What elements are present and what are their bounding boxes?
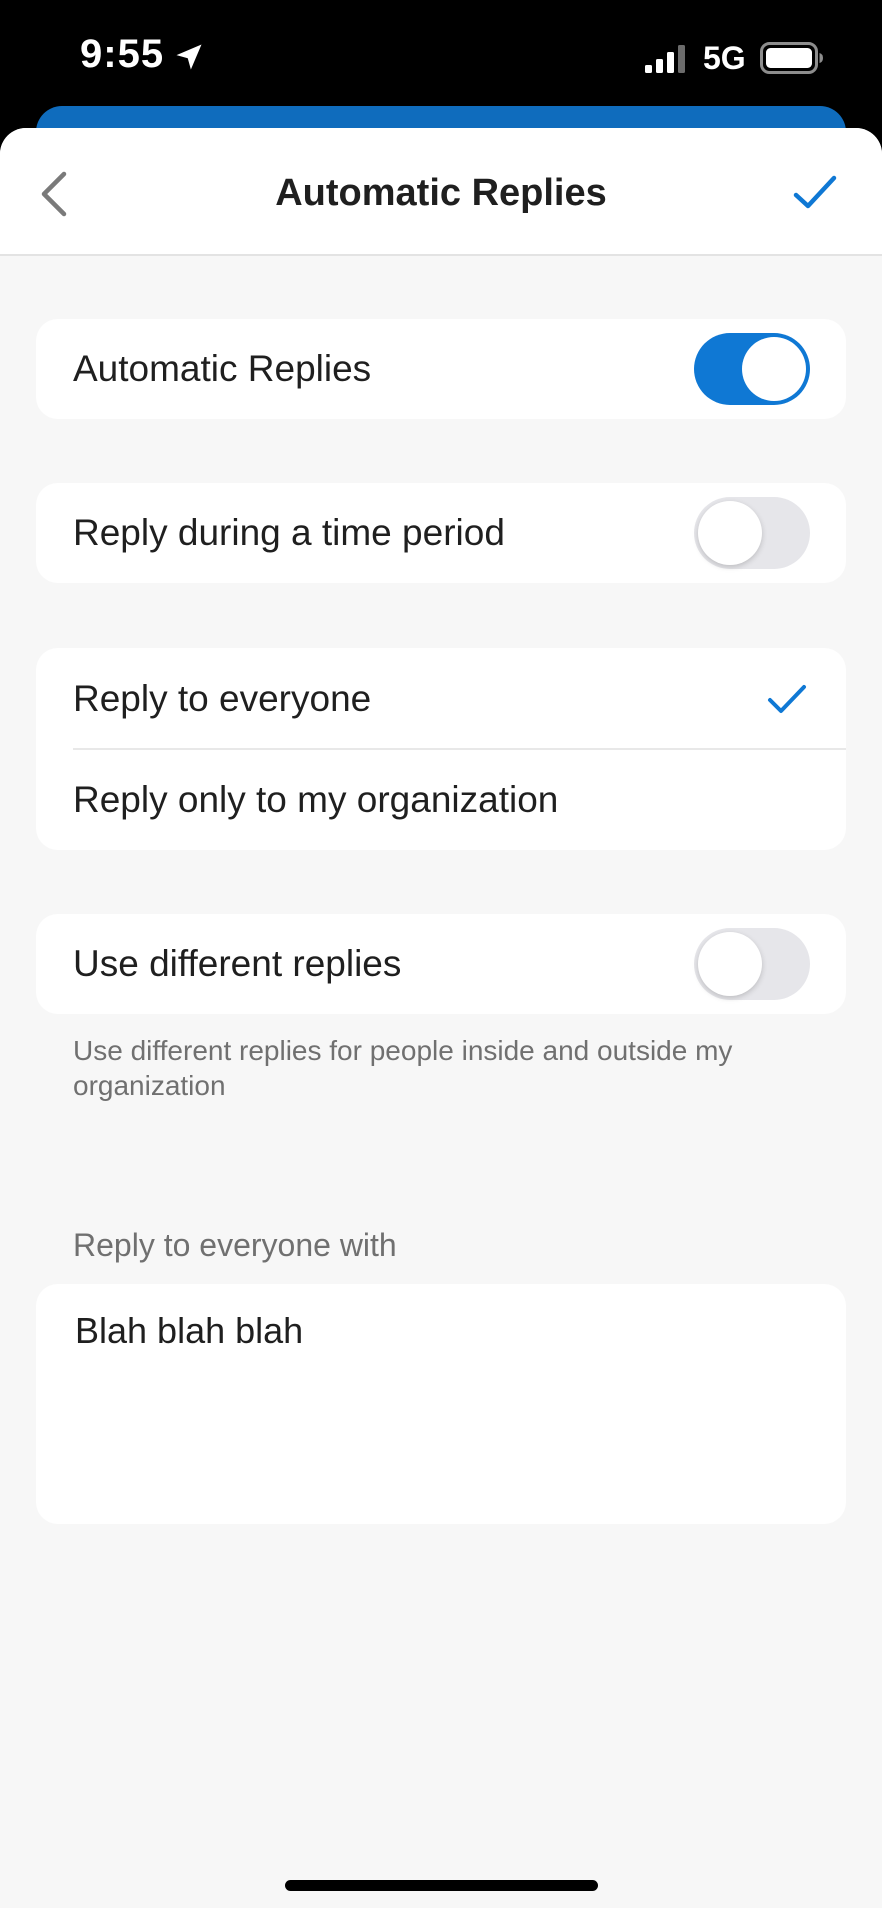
battery-icon (760, 42, 823, 74)
automatic-replies-row: Automatic Replies (36, 319, 846, 419)
status-time: 9:55 (80, 32, 165, 76)
time-period-row: Reply during a time period (36, 483, 846, 583)
automatic-replies-sheet: Automatic Replies Automatic Replies Repl… (0, 128, 882, 1908)
nav-bar: Automatic Replies (0, 128, 882, 256)
page-title: Automatic Replies (275, 172, 607, 214)
audience-card: Reply to everyone Reply only to my organ… (36, 648, 846, 850)
different-replies-label: Use different replies (73, 943, 402, 984)
automatic-replies-card: Automatic Replies (36, 319, 846, 419)
reply-only-organization-label: Reply only to my organization (73, 779, 559, 820)
network-type: 5G (703, 40, 746, 76)
location-arrow-icon (176, 44, 202, 70)
toggle-knob (742, 337, 806, 401)
reply-to-everyone-option[interactable]: Reply to everyone (36, 648, 846, 750)
automatic-replies-label: Automatic Replies (73, 348, 372, 389)
different-replies-row: Use different replies (36, 914, 846, 1014)
home-indicator (285, 1880, 598, 1891)
time-period-card: Reply during a time period (36, 483, 846, 583)
toggle-knob (698, 501, 762, 565)
time-period-label: Reply during a time period (73, 512, 505, 553)
cellular-signal-icon (645, 45, 685, 73)
different-replies-toggle[interactable] (694, 928, 810, 1000)
toggle-knob (698, 932, 762, 996)
reply-only-organization-option[interactable]: Reply only to my organization (36, 750, 846, 850)
checkmark-icon[interactable] (790, 168, 840, 218)
different-replies-description: Use different replies for people inside … (73, 1035, 733, 1101)
automatic-replies-toggle[interactable] (694, 333, 810, 405)
reply-message-text: Blah blah blah (75, 1310, 304, 1351)
different-replies-card: Use different replies (36, 914, 846, 1014)
reply-to-everyone-label: Reply to everyone (73, 678, 372, 719)
reply-section-header: Reply to everyone with (73, 1227, 397, 1263)
selected-checkmark-icon (768, 685, 806, 713)
time-period-toggle[interactable] (694, 497, 810, 569)
reply-message-field[interactable]: Blah blah blah (36, 1284, 846, 1524)
